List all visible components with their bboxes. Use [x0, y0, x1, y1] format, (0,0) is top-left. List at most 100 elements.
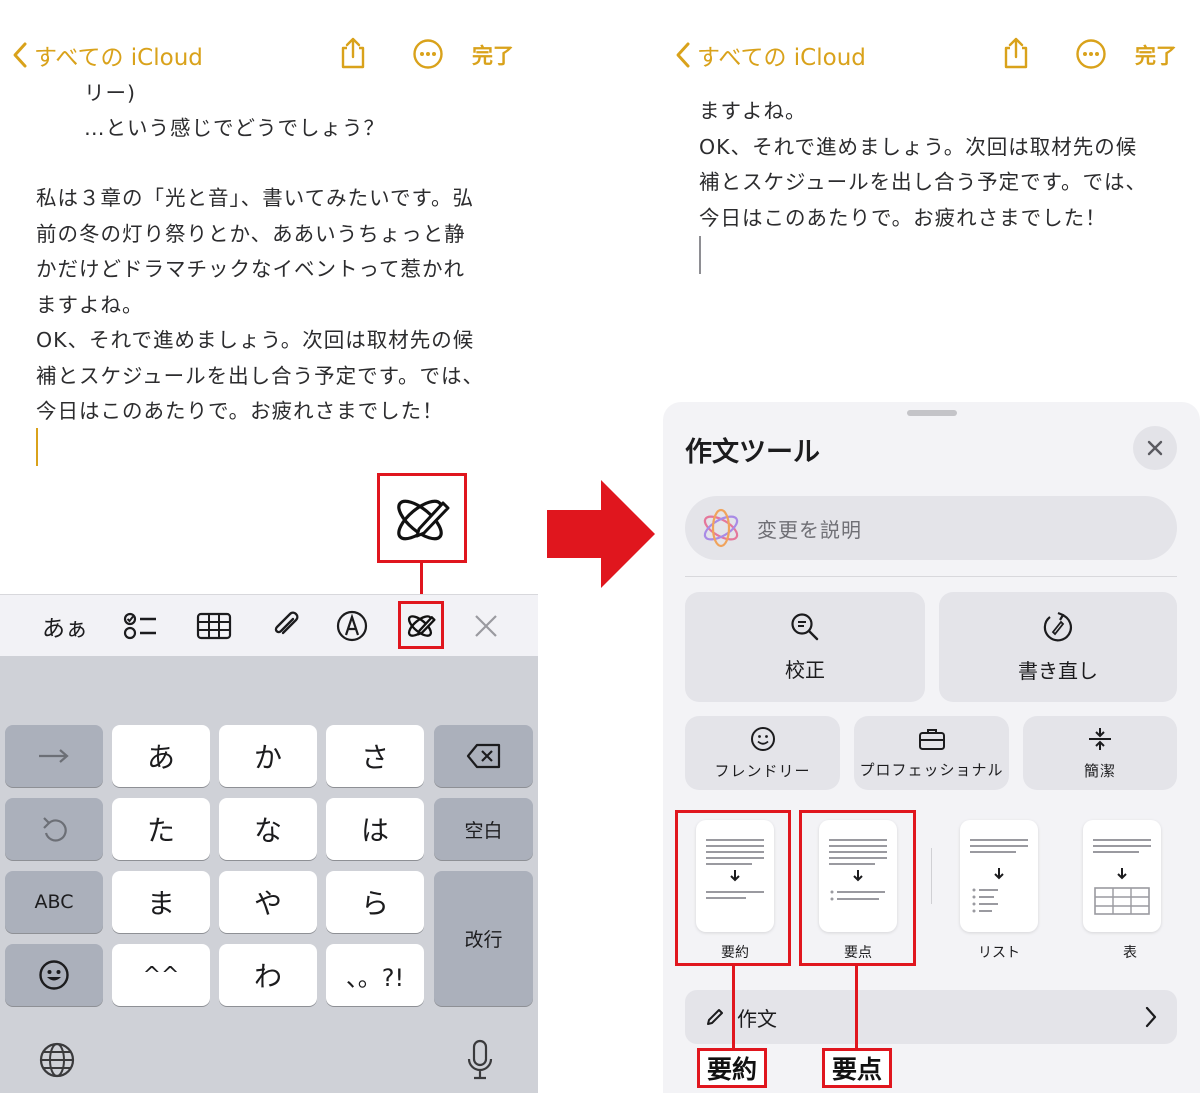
- done-button[interactable]: 完了: [472, 40, 514, 70]
- note-line: 私は３章の「光と音」、書いてみたいです。弘: [36, 186, 474, 210]
- key-abc[interactable]: ABC: [5, 871, 103, 933]
- key-kana[interactable]: わ: [219, 944, 317, 1006]
- share-icon: [1004, 37, 1028, 69]
- note-text-top: リー) …という感じでどうでしょう？: [84, 76, 385, 146]
- compose-label: 作文: [737, 1006, 777, 1031]
- attachment-button[interactable]: [266, 609, 306, 643]
- key-cursor-right[interactable]: [5, 725, 103, 787]
- kana-format-button[interactable]: あぁ: [40, 609, 90, 643]
- markup-button[interactable]: [332, 609, 372, 643]
- table-label: 表: [1123, 945, 1137, 961]
- concise-icon: [1089, 727, 1111, 750]
- japanese-keyboard: ABC あ か さ た な は ま や ら ^^ わ 、。?! 空白 改行: [0, 656, 538, 1093]
- key-kana[interactable]: ま: [112, 871, 210, 933]
- key-space[interactable]: 空白: [434, 798, 533, 860]
- key-delete[interactable]: [434, 725, 533, 787]
- text-caret: [36, 428, 38, 466]
- emoji-icon: [39, 960, 69, 990]
- compose-button[interactable]: 作文: [685, 990, 1177, 1044]
- apple-intelligence-icon: [703, 508, 739, 548]
- key-kana[interactable]: ら: [326, 871, 424, 933]
- note-line: 今日はこのあたりで。お疲れさまでした！: [699, 205, 1107, 230]
- key-points-connector: [855, 966, 858, 1048]
- briefcase-icon: [918, 728, 945, 750]
- key-kana[interactable]: さ: [326, 725, 424, 787]
- note-line: ますよね。: [699, 99, 807, 123]
- more-button[interactable]: [1075, 38, 1107, 74]
- note-line: ますよね。: [36, 292, 144, 317]
- note-line: リー): [84, 81, 136, 105]
- note-line: …という感じでどうでしょう？: [84, 116, 385, 140]
- back-button[interactable]: すべての iCloud: [675, 38, 866, 72]
- pencil-icon: [707, 1009, 723, 1025]
- key-kana[interactable]: た: [112, 798, 210, 860]
- right-screenshot: すべての iCloud 完了 ますよね。 OK、それで進めましょう。次回は取材先…: [663, 0, 1200, 1093]
- key-kana[interactable]: か: [219, 725, 317, 787]
- globe-button[interactable]: [38, 1041, 76, 1083]
- friendly-button[interactable]: フレンドリー: [685, 716, 840, 790]
- note-body[interactable]: ますよね。 OK、それで進めましょう。次回は取材先の候 補とスケジュールを出し合…: [699, 94, 1160, 236]
- key-kana[interactable]: な: [219, 798, 317, 860]
- paperclip-icon: [274, 611, 299, 635]
- list-doc-icon: [970, 839, 1028, 913]
- undo-icon: [43, 817, 67, 842]
- key-points-annotation: 要点: [822, 1048, 892, 1088]
- ellipsis-circle-icon: [1076, 39, 1106, 69]
- divider: [931, 848, 932, 904]
- professional-button[interactable]: プロフェッショナル: [854, 716, 1009, 790]
- more-button[interactable]: [412, 38, 444, 74]
- dictation-button[interactable]: [466, 1039, 494, 1085]
- key-punctuation[interactable]: 、。?!: [326, 944, 424, 1006]
- note-line: OK、それで進めましょう。次回は取材先の候: [699, 134, 1138, 159]
- key-return[interactable]: 改行: [434, 871, 533, 1006]
- list-label: リスト: [978, 945, 1020, 961]
- checklist-icon: [123, 612, 156, 640]
- note-line: 補とスケジュールを出し合う予定です。では、: [699, 170, 1148, 194]
- table-doc-icon: [1093, 839, 1151, 915]
- chevron-left-icon: [676, 42, 690, 68]
- key-kana[interactable]: や: [219, 871, 317, 933]
- key-kana[interactable]: は: [326, 798, 424, 860]
- arrow-right-icon: [39, 749, 69, 763]
- divider: [685, 576, 1177, 577]
- writing-tools-sheet: 作文ツール 変更を説明 校正 書き直し フレンドリー プロフェッショナル 簡潔 …: [663, 402, 1200, 1093]
- done-button[interactable]: 完了: [1135, 40, 1177, 70]
- professional-label: プロフェッショナル: [859, 760, 1004, 779]
- chevron-right-icon: [1145, 1006, 1157, 1028]
- nav-bar: すべての iCloud 完了: [0, 34, 538, 74]
- sheet-grabber[interactable]: [907, 410, 957, 416]
- key-kaomoji[interactable]: ^^: [112, 944, 210, 1006]
- share-button[interactable]: [338, 36, 368, 74]
- smiley-icon: [750, 726, 775, 751]
- note-body[interactable]: 私は３章の「光と音」、書いてみたいです。弘 前の冬の灯り祭りとか、ああいうちょっ…: [36, 181, 498, 430]
- table-card[interactable]: [1083, 820, 1161, 932]
- key-undo[interactable]: [5, 798, 103, 860]
- checklist-button[interactable]: [120, 609, 160, 643]
- table-icon: [196, 612, 232, 640]
- key-kana[interactable]: あ: [112, 725, 210, 787]
- back-button[interactable]: すべての iCloud: [12, 38, 203, 72]
- dismiss-keyboard-button[interactable]: [468, 609, 504, 643]
- key-emoji[interactable]: [5, 944, 103, 1006]
- concise-button[interactable]: 簡潔: [1023, 716, 1177, 790]
- magnifier-icon: [791, 612, 819, 640]
- ellipsis-circle-icon: [413, 39, 443, 69]
- rewrite-icon: [1043, 611, 1072, 641]
- back-label: すべての iCloud: [697, 45, 866, 71]
- pen-circle-icon: [336, 610, 368, 642]
- table-button[interactable]: [194, 609, 234, 643]
- summary-connector: [732, 966, 735, 1048]
- list-card[interactable]: [960, 820, 1038, 932]
- writing-tools-callout: [377, 473, 467, 563]
- sheet-title: 作文ツール: [685, 437, 820, 468]
- close-button[interactable]: [1133, 426, 1177, 470]
- proofread-button[interactable]: 校正: [685, 592, 925, 702]
- writing-tools-button[interactable]: [398, 601, 444, 649]
- close-icon: [475, 615, 497, 637]
- rewrite-button[interactable]: 書き直し: [939, 592, 1177, 702]
- writing-tools-icon: [397, 499, 450, 541]
- describe-change-input[interactable]: 変更を説明: [685, 496, 1177, 560]
- note-line: 今日はこのあたりで。お疲れさまでした！: [36, 399, 444, 423]
- text-caret: [699, 236, 701, 274]
- share-button[interactable]: [1001, 36, 1031, 74]
